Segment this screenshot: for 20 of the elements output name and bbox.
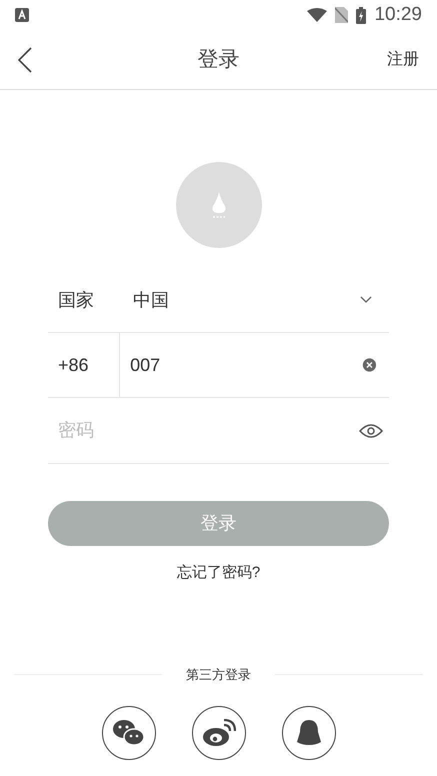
app-notification-icon: [15, 8, 29, 22]
page-title: 登录: [198, 46, 240, 73]
chevron-down-icon: [360, 296, 372, 304]
clear-icon[interactable]: [362, 356, 377, 374]
battery-charging-icon: [356, 6, 366, 24]
country-label: 国家: [57, 288, 95, 312]
eye-icon[interactable]: [359, 422, 383, 438]
chat-bubbles-icon[interactable]: [102, 706, 156, 760]
eye-swirl-icon[interactable]: [192, 706, 246, 760]
forgot-password-link[interactable]: 忘记了密码?: [176, 562, 260, 584]
third-party-login-label: 第三方登录: [185, 666, 252, 684]
country-code: +86: [48, 333, 120, 397]
password-input-field[interactable]: 密码: [48, 417, 359, 444]
no-sim-icon: [335, 7, 348, 23]
clock-time: 10:29: [374, 2, 422, 27]
penguin-icon[interactable]: [282, 706, 336, 760]
register-link[interactable]: 注册: [387, 48, 419, 72]
phone-input-field[interactable]: 007: [130, 352, 362, 378]
country-selector[interactable]: 中国: [133, 286, 389, 314]
wifi-icon: [307, 8, 328, 22]
